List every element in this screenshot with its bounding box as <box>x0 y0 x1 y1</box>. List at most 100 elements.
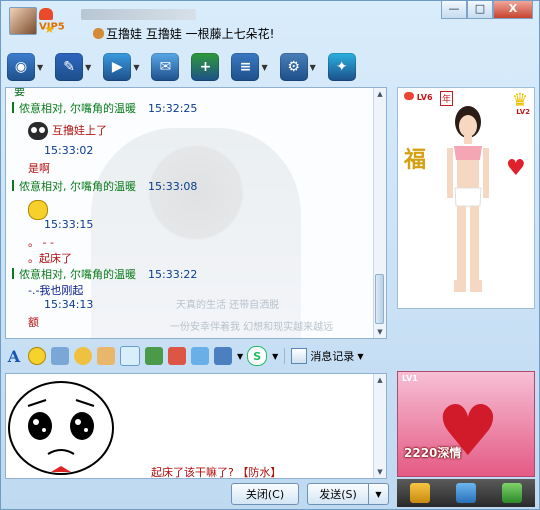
chat-scrollbar[interactable]: ▲ ▼ <box>373 88 386 338</box>
settings-dropdown-icon[interactable]: ▼ <box>310 63 316 72</box>
image-icon[interactable] <box>145 347 163 365</box>
message-text: 额 <box>28 314 39 330</box>
fu-character: 福 <box>404 148 427 173</box>
voice-icon: ✎ <box>55 53 84 81</box>
qq-space-icon: ✦ <box>327 53 356 81</box>
input-scroll-down-icon[interactable]: ▼ <box>374 466 386 478</box>
heart-decoration-icon: ♥ <box>506 156 526 181</box>
window-controls: — □ X <box>441 1 533 19</box>
toolbar-qq-space-button[interactable]: ✦ <box>327 53 356 81</box>
message-body: 额 <box>28 316 39 329</box>
diamond-icon[interactable] <box>410 483 430 503</box>
history-dropdown-icon: ▼ <box>357 351 364 361</box>
toolbar-settings-button[interactable]: ⚙ ▼ <box>279 53 316 81</box>
gift-label: 2220深情 <box>404 446 462 460</box>
toolbar-transfer-file-button[interactable]: ▶ ▼ <box>103 53 139 81</box>
message-body: 。 - - <box>28 236 54 249</box>
hand-icon[interactable] <box>97 347 115 365</box>
owl-emoji-icon <box>28 122 48 140</box>
message-body: 。起床了 <box>28 252 72 265</box>
video-icon: ◉ <box>7 53 35 81</box>
close-button[interactable]: 关闭(C) <box>231 483 299 505</box>
input-text: 起床了该干嘛了? 【防水】 <box>151 466 282 479</box>
sound-icon[interactable]: S <box>247 346 268 366</box>
apps-icon: ≡ <box>231 53 260 81</box>
show-level-text: LV6 <box>416 93 433 102</box>
message-body: 是啊 <box>28 162 50 175</box>
message-text: 。起床了 <box>28 250 72 266</box>
close-window-button[interactable]: X <box>493 1 533 19</box>
chat-window: VIP5 ★ 互撸娃 互撸娃 一根藤上七朵花! — □ X ◉ ▼ ✎ ▼ ▶ ▼ ✉ + ≡ ▼… <box>0 0 540 510</box>
qq-penguin-icon <box>39 8 53 20</box>
message-emoji <box>28 200 48 220</box>
message-text: -.-我也刚起 <box>28 282 83 298</box>
heart-icon <box>404 92 414 100</box>
create-group-icon: + <box>191 53 220 81</box>
show-level2: LV2 <box>516 108 530 116</box>
avatar-figure <box>447 106 489 292</box>
message-body: -.-我也刚起 <box>28 284 84 297</box>
toolbar-create-group-button[interactable]: + <box>191 53 220 81</box>
transfer-file-icon: ▶ <box>103 53 132 81</box>
toolbar-video-button[interactable]: ◉ ▼ <box>7 53 43 81</box>
toolbar-apps-button[interactable]: ≡ ▼ <box>231 53 268 81</box>
background-lyric-2: 一份安幸伴着我 幻想和现实越来越远 <box>170 322 334 333</box>
refresh-icon[interactable] <box>502 483 522 503</box>
gift-icon[interactable] <box>168 347 186 365</box>
outfit-icon[interactable] <box>456 483 476 503</box>
maximize-button[interactable]: □ <box>467 1 493 19</box>
music-icon[interactable] <box>191 347 209 365</box>
sender-name[interactable]: 侬意相对, 尔嘴角的温暖 <box>19 268 136 281</box>
message-input[interactable]: 起床了该干嘛了? 【防水】 ▲ ▼ <box>5 373 387 479</box>
sender-name[interactable]: 侬意相对, 尔嘴角的温暖 <box>19 180 136 193</box>
background-lyric-1: 天真的生活 还带自洒脱 <box>176 300 280 311</box>
history-label: 消息记录 <box>310 350 355 363</box>
chat-history[interactable]: 天真的生活 还带自洒脱 一份安幸伴着我 幻想和现实越来越远 要 侬意相对, 尔嘴… <box>5 87 387 339</box>
sticker-face-icon <box>8 381 114 475</box>
grin-emoji-icon <box>28 200 48 220</box>
scrollbar-thumb[interactable] <box>375 274 384 324</box>
qq-show-panel[interactable]: LV6 年 ♛ LV2 福 ♥ <box>397 87 535 309</box>
video-dropdown-icon[interactable]: ▼ <box>37 63 43 72</box>
screenshot-dropdown-icon[interactable]: ▼ <box>237 352 243 361</box>
message-timestamp: 15:33:02 <box>44 144 94 157</box>
send-button[interactable]: 发送(S) <box>307 483 369 505</box>
minimize-button[interactable]: — <box>441 1 467 19</box>
star-icon[interactable]: ★ <box>44 23 56 35</box>
signature-text: 互撸娃 互撸娃 一根藤上七朵花! <box>106 27 275 41</box>
screenshot-icon[interactable] <box>214 347 232 365</box>
send-options-dropdown[interactable]: ▼ <box>369 483 389 505</box>
sender-name[interactable]: 侬意相对, 尔嘴角的温暖 <box>19 102 136 115</box>
clipped-message: 要 <box>14 87 25 98</box>
message-text: 互撸娃上了 <box>28 122 107 140</box>
scroll-down-arrow-icon[interactable]: ▼ <box>374 326 386 338</box>
magic-emoticon-icon[interactable] <box>51 347 69 365</box>
message-timestamp: 15:33:08 <box>148 180 198 193</box>
contact-signature: 互撸娃 互撸娃 一根藤上七朵花! <box>93 25 274 42</box>
show-level: LV6 <box>404 92 433 102</box>
format-toolbar: A ▼ S ▼ 消息记录 ▼ <box>5 343 387 369</box>
show-action-bar <box>397 479 535 507</box>
message-text: 是啊 <box>28 160 50 176</box>
vibrate-icon[interactable] <box>74 347 92 365</box>
toolbar-send-sms-button[interactable]: ✉ <box>151 53 180 81</box>
font-button[interactable]: A <box>5 347 23 366</box>
input-scroll-up-icon[interactable]: ▲ <box>374 374 386 386</box>
message-header: 侬意相对, 尔嘴角的温暖 15:33:08 <box>12 178 197 194</box>
contact-avatar[interactable] <box>9 7 37 35</box>
message-timestamp: 15:32:25 <box>148 102 198 115</box>
apps-dropdown-icon[interactable]: ▼ <box>261 63 267 72</box>
input-scrollbar[interactable]: ▲ ▼ <box>373 374 386 478</box>
message-body: 互撸娃上了 <box>52 124 107 137</box>
doodle-icon[interactable] <box>120 346 140 366</box>
transfer-file-dropdown-icon[interactable]: ▼ <box>133 63 139 72</box>
toolbar-voice-button[interactable]: ✎ ▼ <box>55 53 91 81</box>
scroll-up-arrow-icon[interactable]: ▲ <box>374 88 386 100</box>
toolbar: ◉ ▼ ✎ ▼ ▶ ▼ ✉ + ≡ ▼ ⚙ ▼ ✦ <box>7 51 368 83</box>
vip-badge[interactable]: VIP5 <box>39 7 73 33</box>
gift-show-panel[interactable]: LV1 ♥ 2220深情 <box>397 371 535 477</box>
voice-dropdown-icon[interactable]: ▼ <box>85 63 91 72</box>
history-button[interactable]: 消息记录 ▼ <box>284 348 363 364</box>
sound-dropdown-icon[interactable]: ▼ <box>272 352 278 361</box>
emoticon-button[interactable] <box>28 347 46 365</box>
